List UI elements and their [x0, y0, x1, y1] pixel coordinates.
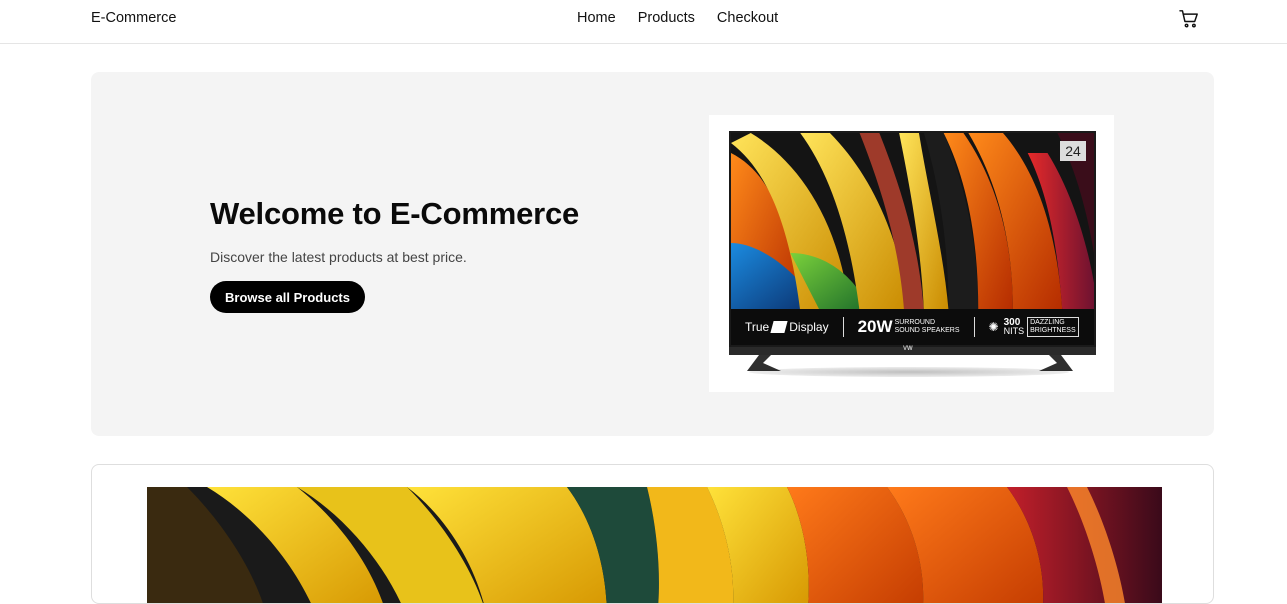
feature-nits-detail-1: DAZZLING [1030, 319, 1065, 326]
feature-power: 20W [857, 317, 893, 336]
display-logo-icon [770, 321, 788, 333]
feature-nits-unit: NITS [1003, 326, 1025, 336]
feature-display-prefix: True [745, 320, 770, 334]
sun-icon: ✺ [988, 320, 999, 334]
hero-title: Welcome to E-Commerce [210, 196, 580, 231]
navbar: E-Commerce Home Products Checkout [0, 0, 1287, 44]
cart-button[interactable] [1176, 6, 1202, 32]
feature-display-suffix: Display [789, 320, 829, 334]
browse-products-button[interactable]: Browse all Products [210, 281, 365, 313]
feature-power-detail: SURROUND SOUND SPEAKERS [895, 319, 960, 335]
nav-link-home[interactable]: Home [577, 10, 616, 26]
hero-subtitle: Discover the latest products at best pri… [210, 249, 467, 265]
tv-logo: VW [903, 346, 913, 352]
feature-nits-detail-2: BRIGHTNESS [1030, 327, 1076, 334]
product-image [147, 487, 1162, 603]
hero-section: Welcome to E-Commerce Discover the lates… [91, 72, 1214, 436]
nav-link-checkout[interactable]: Checkout [717, 10, 778, 26]
tv-feature-bar: True Display 20W SURROUND SOUND SPEAKERS… [731, 309, 1094, 345]
nav-links: Home Products Checkout [577, 10, 778, 26]
cart-icon [1179, 10, 1198, 28]
nav-link-products[interactable]: Products [638, 10, 695, 26]
tv-wallpaper-art [731, 133, 1094, 311]
tv-screen: 24 True Display 20W SURROUND SOUND SPEAK… [729, 131, 1096, 347]
feature-power-detail-1: SURROUND [894, 319, 936, 326]
tv-size-badge: 24 [1060, 141, 1086, 161]
hero-product-image[interactable]: 24 True Display 20W SURROUND SOUND SPEAK… [709, 115, 1114, 392]
feature-power-detail-2: SOUND SPEAKERS [894, 327, 960, 334]
feature-separator [842, 317, 844, 337]
feature-nits-detail: DAZZLING BRIGHTNESS [1027, 317, 1079, 337]
product-card[interactable] [91, 464, 1214, 604]
feature-nits: 300 NITS [1004, 318, 1025, 336]
feature-separator [973, 317, 975, 337]
tv-shadow [749, 367, 1069, 377]
brand-link[interactable]: E-Commerce [91, 10, 176, 26]
